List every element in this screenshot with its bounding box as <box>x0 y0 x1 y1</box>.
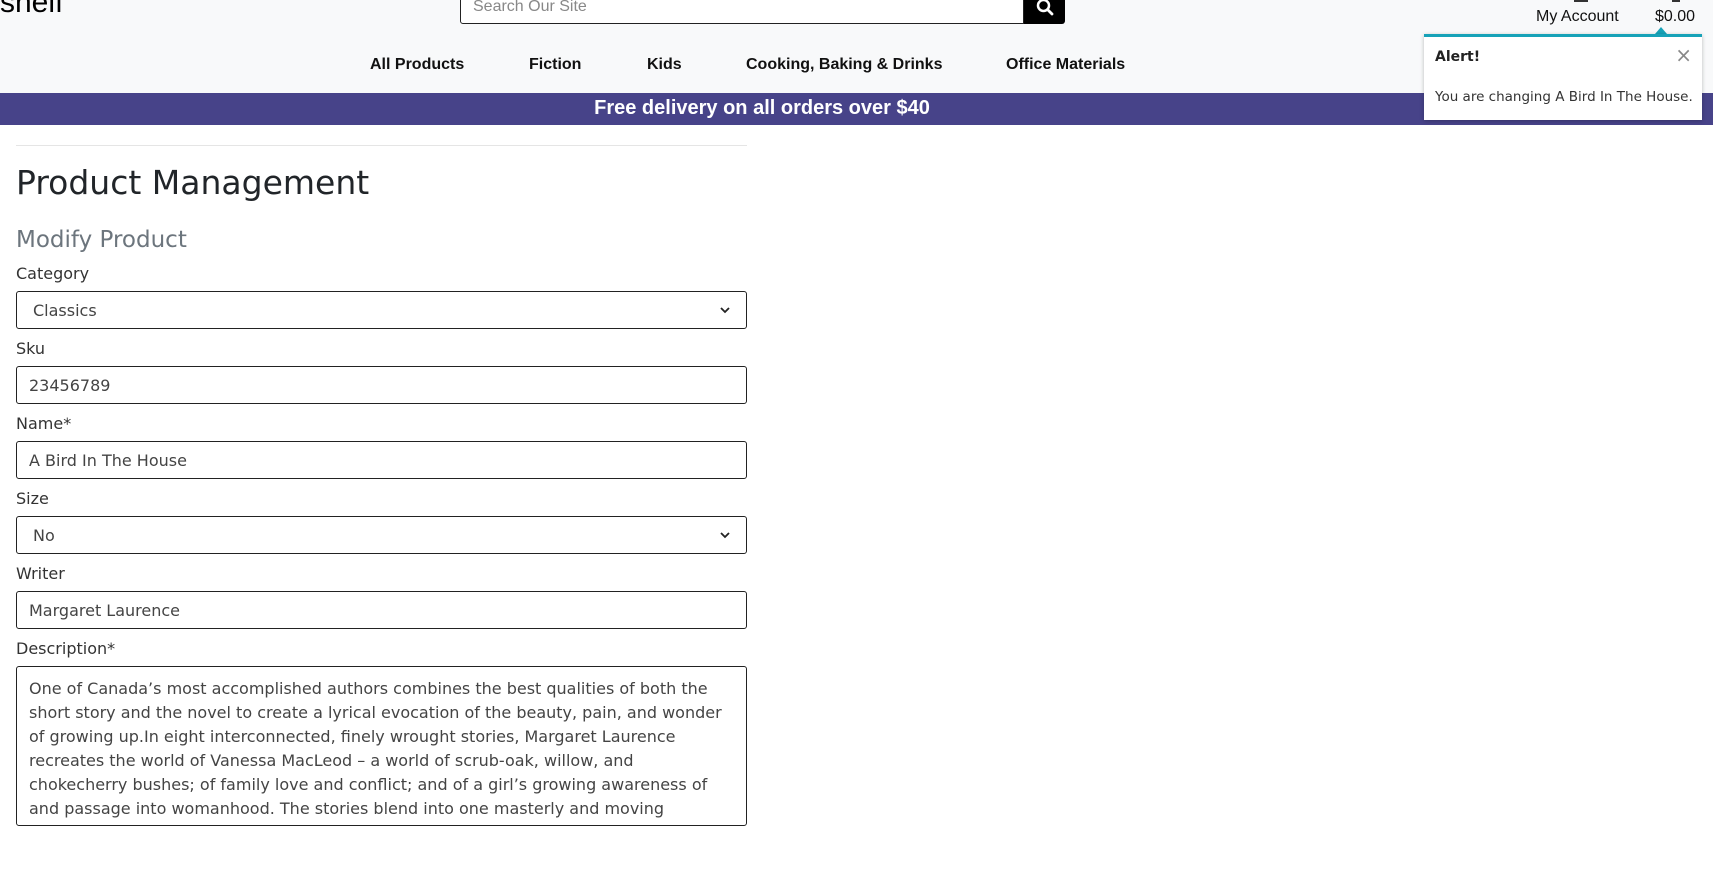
search-bar <box>460 0 1065 24</box>
nav-item-cooking-baking-drinks[interactable]: Cooking, Baking & Drinks <box>746 56 942 74</box>
nav-item-kids[interactable]: Kids <box>647 56 682 74</box>
name-input-value: A Bird In The House <box>29 450 187 470</box>
my-account-link[interactable]: My Account <box>1536 8 1619 26</box>
user-icon[interactable] <box>1574 0 1588 2</box>
description-textarea[interactable]: One of Canada’s most accomplished author… <box>16 666 747 826</box>
alert-popover: Alert! × You are changing A Bird In The … <box>1424 34 1702 120</box>
size-label: Size <box>16 489 49 508</box>
search-input[interactable] <box>460 0 1024 24</box>
sku-input-value: 23456789 <box>29 375 111 395</box>
nav-item-all-products[interactable]: All Products <box>370 56 464 74</box>
writer-input[interactable]: Margaret Laurence <box>16 591 747 629</box>
cart-icon[interactable] <box>1672 0 1680 2</box>
size-select[interactable]: No <box>16 516 747 554</box>
nav-item-fiction[interactable]: Fiction <box>529 56 581 74</box>
alert-title: Alert! <box>1435 49 1481 65</box>
category-select[interactable]: Classics <box>16 291 747 329</box>
cart-total[interactable]: $0.00 <box>1655 8 1695 26</box>
search-button[interactable] <box>1024 0 1065 24</box>
site-logo[interactable]: shelf <box>0 0 63 20</box>
writer-input-value: Margaret Laurence <box>29 600 181 620</box>
chevron-down-icon <box>720 306 730 313</box>
close-icon[interactable]: × <box>1675 43 1692 67</box>
category-label: Category <box>16 264 90 283</box>
divider <box>16 145 747 146</box>
description-label: Description* <box>16 639 116 658</box>
promo-banner-text: Free delivery on all orders over $40 <box>594 97 930 119</box>
nav-item-office-materials[interactable]: Office Materials <box>1006 56 1125 74</box>
name-input[interactable]: A Bird In The House <box>16 441 747 479</box>
size-select-value: No <box>33 525 55 545</box>
product-management-panel: Product Management Modify Product Catego… <box>16 145 747 826</box>
alert-message: You are changing A Bird In The House. <box>1435 89 1693 105</box>
writer-label: Writer <box>16 564 65 583</box>
chevron-down-icon <box>720 531 730 538</box>
sku-label: Sku <box>16 339 46 358</box>
search-icon <box>1036 0 1053 16</box>
alert-pointer <box>1655 27 1667 34</box>
form-subtitle: Modify Product <box>16 227 187 253</box>
name-label: Name* <box>16 414 72 433</box>
sku-input[interactable]: 23456789 <box>16 366 747 404</box>
page-title: Product Management <box>16 163 370 202</box>
category-select-value: Classics <box>33 300 97 320</box>
